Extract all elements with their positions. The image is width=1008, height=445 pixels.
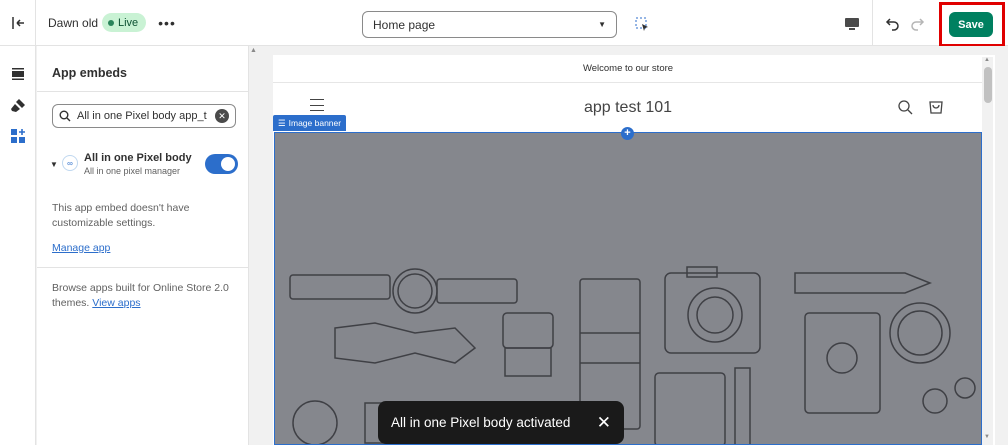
app-embeds-panel: App embeds All in one Pixel body app_t ✕… — [37, 46, 249, 445]
close-icon[interactable]: ✕ — [597, 413, 611, 433]
image-banner[interactable] — [274, 132, 982, 445]
app-embed-item: ▼ ∞ All in one Pixel body All in one pix… — [47, 152, 242, 180]
exit-icon — [11, 17, 24, 29]
app-embeds-icon — [11, 129, 25, 143]
app-embed-title: All in one Pixel body — [84, 152, 192, 164]
toast-notification: All in one Pixel body activated ✕ — [378, 401, 624, 444]
inspector-icon — [635, 17, 648, 31]
redo-button[interactable] — [906, 12, 928, 34]
app-embed-subtitle: All in one pixel manager — [84, 166, 181, 176]
collapse-caret-icon[interactable]: ▼ — [50, 160, 58, 169]
exit-button[interactable] — [0, 0, 36, 46]
banner-illustration — [289, 266, 976, 444]
storefront-preview: Welcome to our store app test 101 — [273, 55, 995, 445]
theme-name: Dawn old — [48, 16, 99, 30]
scroll-down-icon[interactable]: ▼ — [984, 434, 990, 440]
scroll-up-icon[interactable]: ▲ — [984, 57, 990, 63]
section-icon: ☰ — [278, 117, 286, 128]
image-banner-tag[interactable]: ☰ Image banner — [273, 115, 347, 131]
panel-title: App embeds — [52, 66, 128, 80]
live-badge-label: Live — [118, 16, 139, 29]
live-badge: Live — [102, 13, 147, 32]
undo-button[interactable] — [882, 12, 904, 34]
page-selector-value: Home page — [373, 17, 436, 32]
manage-app-link[interactable]: Manage app — [52, 242, 110, 254]
preview-scrollbar[interactable] — [982, 57, 993, 445]
store-title[interactable]: app test 101 — [273, 99, 983, 117]
app-search-input[interactable]: All in one Pixel body app_t ✕ — [52, 104, 236, 128]
page-selector[interactable]: Home page ▼ — [362, 11, 617, 38]
sections-icon — [12, 68, 24, 80]
sections-button[interactable] — [8, 64, 28, 84]
search-icon[interactable] — [897, 99, 913, 115]
app-embeds-button[interactable] — [8, 126, 28, 146]
no-settings-text: This app embed doesn't have customizable… — [52, 202, 190, 229]
search-icon — [59, 110, 71, 122]
save-button[interactable]: Save — [949, 12, 993, 37]
inspector-button[interactable] — [630, 12, 654, 36]
panel-scroll-up-icon[interactable]: ▲ — [250, 47, 260, 57]
toast-message: All in one Pixel body activated — [391, 415, 571, 430]
store-header[interactable]: app test 101 — [273, 84, 983, 132]
add-section-button[interactable]: + — [621, 127, 634, 140]
undo-icon — [885, 18, 899, 31]
view-apps-link[interactable]: View apps — [92, 297, 140, 309]
search-input-value: All in one Pixel body app_t — [77, 110, 207, 122]
browse-apps-text: Browse apps built for Online Store 2.0 t… — [52, 281, 237, 311]
theme-settings-button[interactable] — [8, 96, 28, 116]
desktop-icon — [845, 18, 859, 30]
app-embed-toggle[interactable] — [205, 154, 238, 174]
scrollbar-thumb[interactable] — [984, 67, 992, 103]
divider — [37, 91, 249, 92]
live-dot-icon — [108, 19, 114, 26]
device-preview-button[interactable] — [840, 12, 864, 36]
image-banner-tag-label: Image banner — [288, 118, 342, 128]
icon-rail — [0, 46, 36, 445]
app-logo-icon: ∞ — [62, 155, 78, 171]
cart-icon[interactable] — [928, 99, 944, 115]
announcement-bar[interactable]: Welcome to our store — [273, 55, 983, 83]
clear-search-icon[interactable]: ✕ — [215, 109, 229, 123]
chevron-down-icon: ▼ — [598, 20, 606, 29]
divider — [37, 267, 249, 268]
brush-icon — [11, 99, 25, 112]
redo-icon — [911, 18, 925, 31]
toggle-knob — [221, 157, 235, 171]
more-actions-button[interactable]: ••• — [156, 12, 178, 34]
top-bar: Dawn old Live ••• Home page ▼ Save — [0, 0, 1008, 47]
divider — [872, 0, 873, 46]
